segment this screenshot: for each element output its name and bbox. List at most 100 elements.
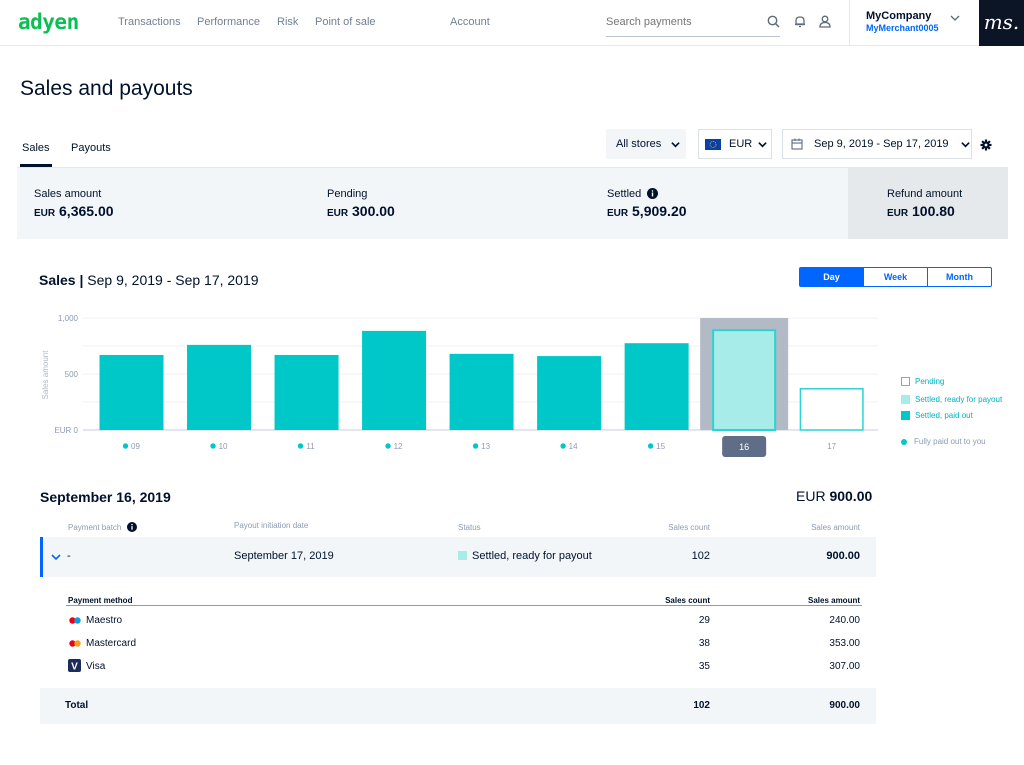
bar-17[interactable] (799, 388, 864, 431)
batch-status: Settled, ready for payout (458, 550, 592, 562)
chevron-down-icon (758, 141, 767, 147)
bar-11[interactable] (274, 354, 339, 430)
merchant-avatar[interactable]: ms. (979, 0, 1024, 46)
header-sales-amount: Sales amount (811, 523, 860, 532)
bar-16[interactable] (712, 329, 777, 432)
adyen-logo[interactable]: adyen (18, 10, 79, 34)
currency-dropdown[interactable]: EUR (698, 129, 772, 159)
header-status: Status (458, 523, 481, 532)
legend-ready-for-payout: Settled, ready for payout (901, 395, 1002, 404)
granularity-toggle: Day Week Month (799, 267, 992, 287)
top-bar: adyen Transactions Performance Risk Poin… (0, 0, 1024, 46)
date-range-picker[interactable]: Sep 9, 2019 - Sep 17, 2019 (782, 129, 972, 159)
maestro-icon (69, 617, 81, 624)
legend-fully-paid: Fully paid out to you (901, 437, 986, 446)
detail-date-title: September 16, 2019 (40, 489, 171, 505)
user-icon[interactable] (819, 15, 831, 28)
paid-out-swatch (901, 411, 910, 420)
y-tick-label: 1,000 (58, 314, 79, 323)
store-filter-dropdown[interactable]: All stores (606, 129, 686, 159)
nav-transactions[interactable]: Transactions (118, 16, 181, 28)
nav-risk[interactable]: Risk (277, 16, 298, 28)
bar-13[interactable] (449, 353, 514, 430)
method-name: Maestro (86, 615, 123, 626)
sales-bar-chart: EUR 0 500 1,000 Sales amount 09 10 11 12 13 14 15 1… (41, 314, 878, 457)
batch-initiation-date: September 17, 2019 (234, 550, 334, 562)
fully-paid-dot (647, 443, 654, 449)
fully-paid-dot (385, 443, 391, 449)
header-payment-batch: Payment batch (68, 522, 137, 532)
batch-sales-count: 102 (691, 550, 710, 562)
batch-row[interactable]: - September 17, 2019 Settled, ready for … (40, 537, 876, 577)
x-tick-label: 11 (306, 442, 315, 451)
info-icon[interactable] (647, 188, 659, 199)
search-box (606, 12, 780, 37)
status-swatch (458, 551, 467, 560)
granularity-week-button[interactable]: Week (863, 268, 927, 286)
chevron-down-icon[interactable] (51, 552, 61, 562)
tab-sales[interactable]: Sales (22, 142, 50, 154)
eu-flag-icon (705, 138, 721, 150)
method-count: 38 (698, 638, 710, 649)
bar-09[interactable] (99, 354, 164, 430)
chevron-down-icon (950, 15, 960, 21)
page-title: Sales and payouts (20, 77, 193, 100)
total-count: 102 (693, 700, 710, 711)
header-method-sales-amount: Sales amount (807, 596, 860, 605)
date-range-value: Sep 9, 2019 - Sep 17, 2019 (814, 138, 949, 150)
method-name: Mastercard (86, 638, 137, 649)
bar-12[interactable] (362, 330, 427, 430)
granularity-month-button[interactable]: Month (927, 268, 991, 286)
sales-amount-label: Sales amount (34, 188, 102, 200)
fully-paid-dot (122, 443, 129, 449)
bar-14[interactable] (537, 356, 602, 430)
pending-swatch (901, 377, 910, 386)
pending-label: Pending (327, 188, 368, 200)
settings-gear-icon[interactable] (980, 139, 992, 151)
legend-paid-out: Settled, paid out (901, 411, 973, 420)
search-input[interactable] (606, 12, 756, 28)
sales-amount-value: EUR 6,365.00 (34, 203, 114, 219)
company-name: MyCompany (866, 10, 932, 22)
x-tick-label: 15 (656, 442, 665, 451)
x-tick-label: 12 (394, 442, 403, 451)
svg-text:V: V (71, 662, 78, 673)
bell-icon[interactable] (794, 15, 806, 28)
method-name: Visa (86, 661, 106, 672)
nav-point-of-sale[interactable]: Point of sale (315, 16, 376, 28)
chevron-down-icon (960, 141, 970, 147)
fully-paid-dot (297, 443, 304, 449)
info-icon[interactable] (126, 522, 137, 532)
x-tick-label: 16 (739, 442, 749, 452)
search-icon[interactable] (767, 15, 780, 28)
tab-payouts[interactable]: Payouts (71, 142, 111, 154)
fully-paid-dot (210, 443, 216, 449)
fully-paid-dot (472, 443, 479, 449)
currency-value: EUR (729, 138, 753, 150)
x-tick-label: 14 (569, 442, 578, 451)
merchant-name: MyMerchant0005 (866, 23, 939, 33)
batch-sales-amount: 900.00 (826, 550, 860, 562)
header-method-sales-count: Sales count (665, 596, 710, 605)
bar-15[interactable] (624, 343, 689, 430)
y-tick-label: 500 (65, 370, 79, 379)
x-tick-label: 10 (219, 442, 228, 451)
granularity-day-button[interactable]: Day (800, 268, 863, 286)
method-count: 29 (698, 615, 710, 626)
total-row: Total 102 900.00 (40, 688, 876, 724)
ready-swatch (901, 395, 910, 404)
nav-account[interactable]: Account (450, 16, 490, 28)
x-tick-label: 17 (827, 442, 836, 451)
total-label: Total (65, 700, 89, 711)
nav-performance[interactable]: Performance (197, 16, 260, 28)
header-payment-method: Payment method (68, 596, 133, 605)
bar-10[interactable] (187, 344, 252, 430)
x-tick-label: 09 (131, 442, 140, 451)
chart-title: Sales | Sep 9, 2019 - Sep 17, 2019 (39, 272, 259, 288)
method-count: 35 (698, 661, 710, 672)
account-switcher[interactable]: MyCompany MyMerchant0005 (849, 0, 979, 46)
store-filter-value: All stores (616, 138, 662, 150)
settled-value: EUR 5,909.20 (607, 203, 687, 219)
y-axis-label: Sales amount (41, 350, 50, 400)
fully-paid-dot (901, 438, 907, 445)
